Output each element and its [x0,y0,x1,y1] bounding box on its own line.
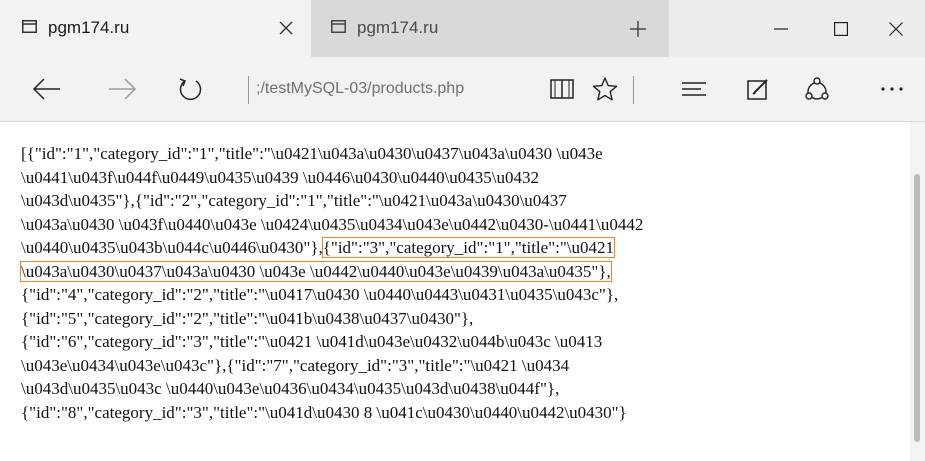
highlighted-text-segment: {"id":"3","category_id":"1","title":"\u0… [321,237,616,258]
text-line: {"id":"5","category_id":"2","title":"\u0… [21,307,909,331]
new-tab-button[interactable] [607,0,669,57]
text-segment: {"id":"8","category_id":"3","title":"\u0… [21,402,627,422]
text-line: {"id":"4","category_id":"2","title":"\u0… [21,283,909,307]
scrollbar-thumb[interactable] [914,174,920,442]
reading-view-button[interactable] [540,67,584,111]
hub-icon [682,82,706,96]
page-content: [{"id":"1","category_id":"1","title":"\u… [0,122,910,461]
text-line: \u0441\u043f\u044f\u0449\u0435\u0439 \u0… [21,166,909,190]
text-line: \u043e\u0434\u043e\u043c"},{"id":"7","ca… [21,354,909,378]
page-icon [331,20,346,33]
plus-icon [630,20,646,37]
text-segment: \u0441\u043f\u044f\u0449\u0435\u0439 \u0… [21,167,540,187]
hub-button[interactable] [672,67,716,111]
more-button[interactable] [870,67,914,111]
tab-strip: pgm174.ru pgm174.ru [0,0,925,57]
text-line: \u043d\u0435\u043c \u0440\u043e\u0436\u0… [21,377,909,401]
highlighted-text-segment: \u043a\u0430\u0437\u043a\u0430 \u043e \u… [20,260,612,282]
refresh-icon [179,78,202,101]
book-icon [550,79,574,99]
close-tab-icon[interactable] [271,13,301,43]
text-line: \u043a\u0430\u0437\u043a\u0430 \u043e \u… [20,260,909,284]
text-segment: {"id":"6","category_id":"3","title":"\u0… [21,332,603,351]
page-icon [22,20,37,33]
arrow-right-icon [109,78,137,100]
more-icon [881,87,903,91]
address-bar[interactable]: ;/testMySQL-03/products.php [256,80,526,98]
edit-note-icon [747,79,768,100]
text-line: {"id":"6","category_id":"3","title":"\u0… [21,330,909,354]
text-line: \u043d\u0435"},{"id":"2","category_id":"… [21,189,909,213]
arrow-left-icon [32,78,60,100]
refresh-button[interactable] [168,67,212,111]
minimize-icon [774,27,788,30]
text-segment: \u043d\u0435"},{"id":"2","category_id":"… [21,191,567,210]
text-segment: {"id":"5","category_id":"2","title":"\u0… [21,308,474,328]
web-note-button[interactable] [736,67,780,111]
close-window-button[interactable] [867,0,925,57]
text-line: \u043a\u0430 \u043f\u0440\u043e \u0424\u… [21,213,909,237]
favorite-button[interactable] [583,67,627,111]
tab-title: pgm174.ru [357,18,439,37]
maximize-icon [834,21,848,36]
navigation-bar: ;/testMySQL-03/products.php [0,57,925,122]
text-segment: \u0440\u0435\u043b\u044c\u0446\u0430"}, [21,238,323,257]
maximize-button[interactable] [812,0,870,57]
tab-title: pgm174.ru [48,18,130,37]
address-divider [248,76,249,104]
star-icon [592,77,618,101]
toolbar-divider [633,76,634,104]
close-icon [889,21,903,36]
text-line: {"id":"8","category_id":"3","title":"\u0… [21,401,909,425]
text-line: [{"id":"1","category_id":"1","title":"\u… [21,142,909,166]
text-segment: [{"id":"1","category_id":"1","title":"\u… [21,144,603,163]
share-icon [805,77,829,100]
back-button[interactable] [25,67,69,111]
minimize-button[interactable] [752,0,810,57]
tab-inactive[interactable]: pgm174.ru [311,0,607,57]
text-segment: \u043e\u0434\u043e\u043c"},{"id":"7","ca… [21,355,570,375]
text-segment: \u043a\u0430 \u043f\u0440\u043e \u0424\u… [21,214,644,234]
forward-button[interactable] [100,67,144,111]
tab-active[interactable]: pgm174.ru [0,0,311,57]
json-response-text: [{"id":"1","category_id":"1","title":"\u… [20,142,909,425]
text-line: \u0440\u0435\u043b\u044c\u0446\u0430"},{… [21,236,909,260]
share-button[interactable] [795,67,839,111]
text-segment: \u043d\u0435\u043c \u0440\u043e\u0436\u0… [21,379,560,398]
vertical-scrollbar[interactable] [910,122,925,461]
text-segment: {"id":"4","category_id":"2","title":"\u0… [21,285,619,304]
